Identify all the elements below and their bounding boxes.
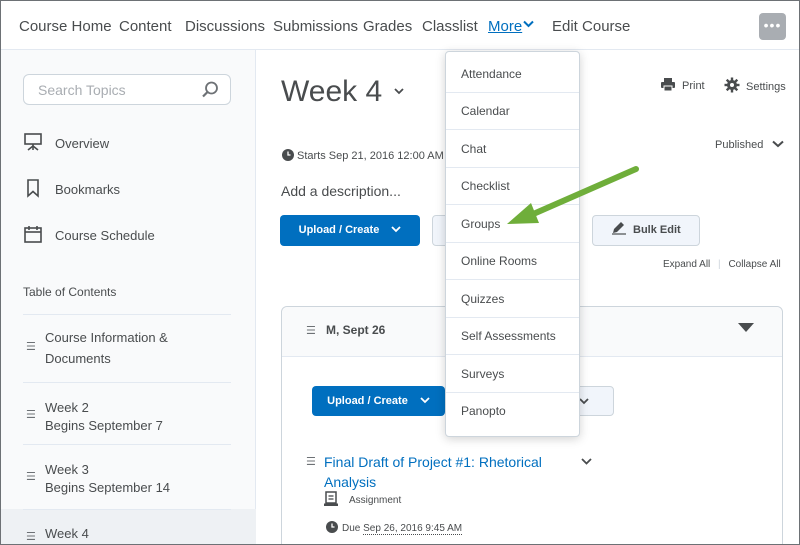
settings-button[interactable]: Settings: [724, 77, 786, 93]
nav-edit-course[interactable]: Edit Course: [552, 18, 630, 35]
nav-classlist[interactable]: Classlist: [422, 18, 478, 35]
topic-title-link[interactable]: Final Draft of Project #1: Rhetorical An…: [324, 452, 554, 492]
add-description-link[interactable]: Add a description...: [281, 183, 401, 199]
sidebar-item-label: Overview: [55, 136, 110, 151]
search-icon[interactable]: [200, 80, 220, 105]
nav-submissions[interactable]: Submissions: [273, 18, 358, 35]
expand-all-link[interactable]: Expand All: [663, 259, 710, 270]
module-upload-create-button[interactable]: Upload / Create: [312, 386, 445, 416]
course-navbar: Course Home Content Discussions Submissi…: [1, 1, 799, 50]
ellipsis-icon: •••: [763, 17, 782, 33]
menu-item-quizzes[interactable]: Quizzes: [446, 281, 579, 318]
search-placeholder: Search Topics: [38, 82, 126, 98]
menu-item-self-assessments[interactable]: Self Assessments: [446, 318, 579, 355]
toc-item-active[interactable]: ☰ Week 4: [1, 509, 256, 544]
due-date: Due Sep 26, 2016 9:45 AM: [326, 521, 463, 535]
page-title: Week 4: [281, 75, 383, 108]
clock-icon: [282, 149, 294, 161]
chevron-down-icon: [579, 398, 589, 405]
drag-handle-icon[interactable]: ☰: [26, 340, 36, 353]
toc-item-title: Week 4: [45, 526, 89, 541]
toc-item-title: Week 2: [45, 400, 89, 415]
due-prefix: Due: [342, 523, 361, 534]
chevron-down-icon[interactable]: [581, 457, 592, 468]
upload-create-button[interactable]: Upload / Create: [280, 215, 420, 246]
presentation-icon: [23, 132, 43, 157]
toc-item[interactable]: ☰ Week 3 Begins September 14: [23, 444, 231, 506]
toc-item[interactable]: ☰ Week 4: [23, 509, 231, 544]
drag-handle-icon[interactable]: ☰: [306, 455, 316, 468]
print-button[interactable]: Print: [660, 77, 705, 92]
search-topics-input[interactable]: Search Topics: [23, 74, 231, 105]
clock-icon: [326, 521, 338, 533]
assignment-icon: [324, 491, 338, 506]
menu-item-calendar[interactable]: Calendar: [446, 93, 579, 130]
drag-handle-icon[interactable]: ☰: [306, 324, 316, 337]
expand-collapse: Expand All | Collapse All: [663, 259, 781, 270]
drag-handle-icon[interactable]: ☰: [26, 408, 36, 421]
toc-heading: Table of Contents: [23, 285, 117, 299]
topic-type-label: Assignment: [349, 495, 402, 506]
left-panel: Search Topics Overview Bookmarks Course …: [1, 50, 256, 544]
toc-item-title: Week 3: [45, 462, 89, 477]
nav-grades[interactable]: Grades: [363, 18, 412, 35]
chevron-down-icon: [391, 226, 402, 233]
upload-create-label: Upload / Create: [327, 395, 408, 407]
nav-more[interactable]: More: [488, 18, 522, 35]
due-date-value: Sep 26, 2016 9:45 AM: [363, 523, 463, 535]
sidebar-item-label: Bookmarks: [55, 182, 121, 197]
start-date-text: Starts Sep 21, 2016 12:00 AM: [297, 150, 444, 162]
chevron-down-icon: [420, 397, 430, 404]
menu-item-surveys[interactable]: Surveys: [446, 356, 579, 393]
toc-item[interactable]: ☰ Course Information & Documents: [23, 314, 231, 382]
start-date: Starts Sep 21, 2016 12:00 AM: [282, 149, 444, 162]
nav-course-home[interactable]: Course Home: [19, 18, 112, 35]
toc-item-subtitle: Begins September 7: [45, 418, 163, 433]
nav-discussions[interactable]: Discussions: [185, 18, 265, 35]
more-dropdown-menu: Attendance Calendar Chat Checklist Group…: [445, 51, 580, 437]
more-options-button[interactable]: •••: [759, 13, 786, 40]
toc-item[interactable]: ☰ Week 2 Begins September 7: [23, 382, 231, 444]
annotation-arrow-icon: [507, 166, 639, 224]
nav-content[interactable]: Content: [119, 18, 172, 35]
toc-item-title: Course Information & Documents: [45, 330, 168, 366]
menu-item-online-rooms[interactable]: Online Rooms: [446, 243, 579, 280]
settings-label: Settings: [746, 81, 786, 93]
module-title: M, Sept 26: [326, 323, 386, 337]
chevron-down-icon[interactable]: [523, 19, 534, 31]
gear-icon: [724, 77, 740, 93]
collapse-all-link[interactable]: Collapse All: [728, 259, 780, 270]
printer-icon: [661, 78, 675, 92]
toc-item-subtitle: Begins September 14: [45, 480, 171, 495]
drag-handle-icon[interactable]: ☰: [26, 470, 36, 483]
upload-create-label: Upload / Create: [298, 224, 380, 236]
menu-item-attendance[interactable]: Attendance: [446, 56, 579, 93]
menu-item-panopto[interactable]: Panopto: [446, 393, 579, 430]
chevron-down-icon[interactable]: [394, 87, 404, 98]
published-dropdown[interactable]: Published: [715, 139, 785, 151]
calendar-icon: [23, 224, 43, 249]
app-frame: Course Home Content Discussions Submissi…: [0, 0, 800, 545]
divider: |: [718, 259, 721, 270]
published-label: Published: [715, 139, 764, 151]
drag-handle-icon[interactable]: ☰: [26, 530, 36, 543]
chevron-down-icon: [772, 140, 785, 148]
print-label: Print: [682, 80, 705, 92]
collapse-triangle-icon[interactable]: [738, 323, 754, 332]
bookmark-icon: [23, 178, 43, 203]
topic-type: Assignment: [324, 491, 402, 506]
sidebar-item-label: Course Schedule: [55, 228, 155, 243]
